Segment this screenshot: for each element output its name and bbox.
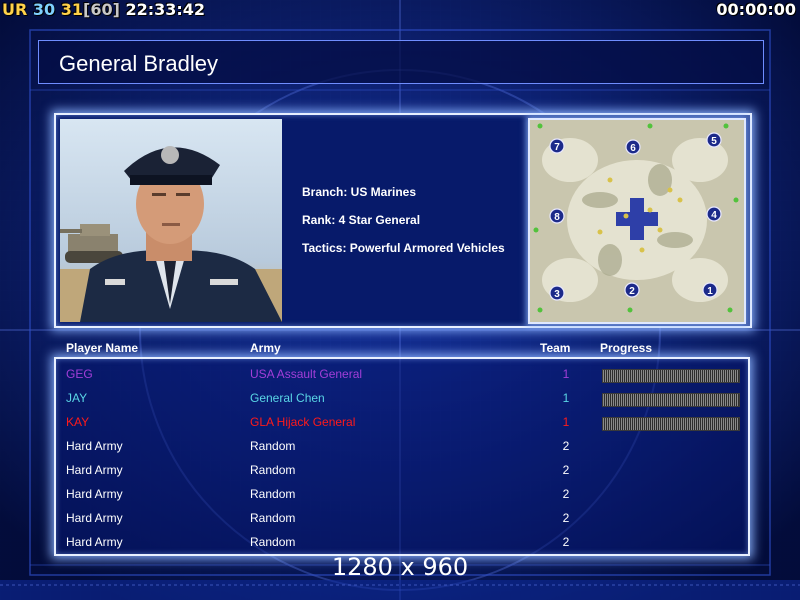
- player-team: 2: [562, 439, 570, 453]
- general-portrait-image: [60, 119, 282, 322]
- player-name: Hard Army: [66, 511, 123, 525]
- start-position-7: 7: [554, 142, 560, 153]
- player-row: Hard Army Random 2: [56, 435, 748, 459]
- player-row: Hard Army Random 2: [56, 459, 748, 483]
- player-team: 1: [562, 367, 570, 381]
- player-team: 1: [562, 415, 570, 429]
- load-progress-bar: [602, 417, 740, 431]
- hud-clock: 22:33:42: [125, 0, 206, 19]
- hud-timer: 00:00:00: [716, 0, 796, 19]
- player-army: Random: [250, 535, 296, 549]
- player-army: Random: [250, 463, 296, 477]
- start-position-1: 1: [707, 286, 713, 297]
- general-rank: Rank: 4 Star General: [302, 213, 421, 227]
- hud-value-b: 31: [60, 0, 83, 19]
- player-team: 2: [562, 511, 570, 525]
- player-army: General Chen: [250, 391, 325, 405]
- player-row: GEG USA Assault General 1: [56, 363, 748, 387]
- progress-fill: [603, 418, 739, 430]
- player-army: Random: [250, 511, 296, 525]
- general-tactics: Tactics: Powerful Armored Vehicles: [302, 241, 505, 255]
- player-name: KAY: [66, 415, 90, 429]
- hud-stats: UR 30 31[60] 22:33:42: [2, 0, 205, 20]
- player-team: 2: [562, 487, 570, 501]
- general-branch: Branch: US Marines: [302, 185, 417, 199]
- player-army: Random: [250, 487, 296, 501]
- player-army: Random: [250, 439, 296, 453]
- player-row: Hard Army Random 2: [56, 507, 748, 531]
- hud-value-bracket: [60]: [83, 0, 120, 19]
- player-team: 2: [562, 535, 570, 549]
- general-title: General Bradley: [59, 51, 218, 76]
- player-team: 2: [562, 463, 570, 477]
- player-row: JAY General Chen 1: [56, 387, 748, 411]
- player-name: GEG: [66, 367, 93, 381]
- header-team: Team: [540, 341, 571, 355]
- resolution-label: 1280 x 960: [331, 553, 469, 581]
- player-name: Hard Army: [66, 463, 123, 477]
- player-name: Hard Army: [66, 487, 123, 501]
- minimap[interactable]: 1 2 3 4 5 6 7 8: [528, 118, 746, 324]
- player-name: JAY: [66, 391, 88, 405]
- player-row: Hard Army Random 2: [56, 483, 748, 507]
- hud-value-a: 30: [32, 0, 56, 19]
- progress-fill: [603, 394, 739, 406]
- player-list: GEG USA Assault General 1 JAY General Ch…: [54, 357, 750, 556]
- progress-fill: [603, 370, 739, 382]
- title-bar: General Bradley: [38, 40, 764, 84]
- header-army: Army: [250, 341, 281, 355]
- start-position-5: 5: [711, 136, 717, 147]
- header-player-name: Player Name: [66, 341, 139, 355]
- start-position-8: 8: [554, 212, 560, 223]
- start-position-6: 6: [630, 143, 636, 154]
- header-progress: Progress: [600, 341, 653, 355]
- player-army: GLA Hijack General: [250, 415, 356, 429]
- start-position-3: 3: [554, 289, 560, 300]
- general-info-panel: Branch: US Marines Rank: 4 Star General …: [54, 113, 752, 328]
- general-details: Branch: US Marines Rank: 4 Star General …: [302, 185, 505, 269]
- player-team: 1: [562, 391, 570, 405]
- player-name: Hard Army: [66, 439, 123, 453]
- general-portrait: [60, 119, 282, 322]
- start-position-4: 4: [711, 210, 717, 221]
- player-name: Hard Army: [66, 535, 123, 549]
- hud-ur-label: UR: [2, 0, 28, 19]
- minimap-image: 1 2 3 4 5 6 7 8: [530, 120, 744, 322]
- player-row: KAY GLA Hijack General 1: [56, 411, 748, 435]
- load-progress-bar: [602, 393, 740, 407]
- player-army: USA Assault General: [250, 367, 363, 381]
- load-progress-bar: [602, 369, 740, 383]
- player-row: Hard Army Random 2: [56, 531, 748, 555]
- start-position-2: 2: [629, 286, 635, 297]
